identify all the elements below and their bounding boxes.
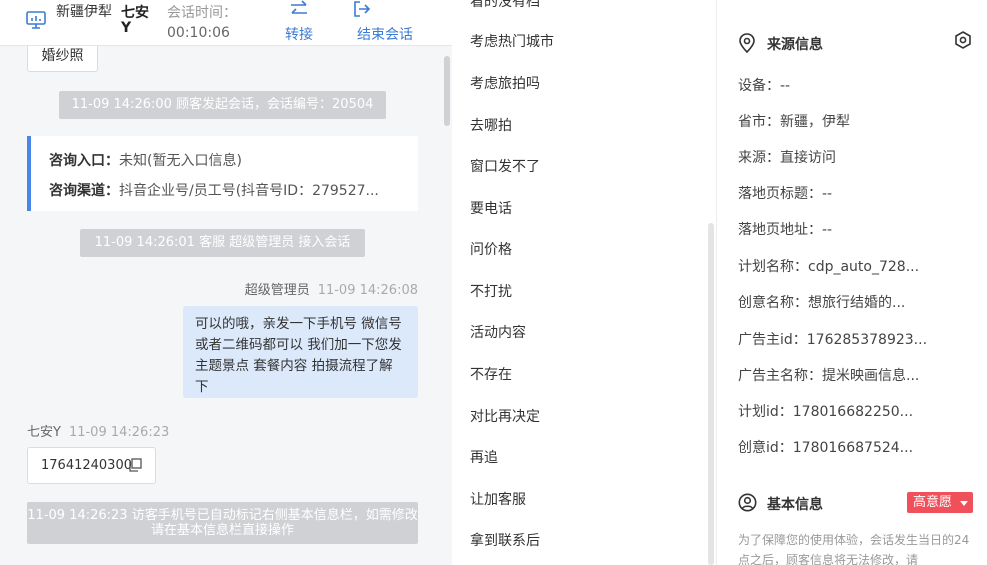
session-time-label: 会话时间：: [167, 5, 237, 21]
visitor-message-text: 17641240300: [41, 458, 132, 473]
source-origin: 来源：直接访问: [738, 150, 836, 166]
view-settings-icon[interactable]: [953, 30, 973, 50]
chat-header: 新疆伊犁 七安Y 会话时间： 00:10:06 转接 结束会话: [0, 0, 452, 46]
quick-reply-item[interactable]: 让加客服: [470, 489, 526, 509]
user-circle-icon: [738, 493, 757, 512]
consult-entry-value: 未知(暂无入口信息): [119, 153, 242, 169]
quick-reply-item[interactable]: 不打扰: [470, 281, 512, 301]
consult-entry-row: 咨询入口：未知(暂无入口信息): [49, 150, 242, 170]
source-plan-name: 计划名称：cdp_auto_728...: [738, 259, 920, 275]
quick-reply-item[interactable]: 再追: [470, 447, 498, 467]
source-info-header: 来源信息: [738, 33, 888, 53]
system-message-agent-join: 11-09 14:26:01 客服 超级管理员 接入会话: [80, 229, 365, 257]
quick-reply-scrollbar[interactable]: [708, 223, 714, 565]
source-creative-name: 创意名称：想旅行结婚的...: [738, 295, 906, 311]
quick-reply-item[interactable]: 要电话: [470, 198, 512, 218]
agent-message-bubble: 可以的哦，亲发一下手机号 微信号或者二维码都可以 我们加一下您发主题景点 套餐内…: [183, 306, 418, 398]
quick-reply-item[interactable]: 不存在: [470, 364, 512, 384]
source-device: 设备：--: [738, 78, 791, 94]
quick-reply-panel: 看的没有档 考虑热门城市 考虑旅拍吗 去哪拍 窗口发不了 要电话 问价格 不打扰…: [452, 0, 716, 565]
quick-reply-item[interactable]: 拿到联系后: [470, 530, 540, 550]
quick-reply-item[interactable]: 看的没有档: [470, 0, 540, 11]
copy-icon[interactable]: [128, 458, 142, 472]
quick-reply-item[interactable]: 对比再决定: [470, 406, 540, 426]
system-message-session-start: 11-09 14:26:00 顾客发起会话，会话编号：20504: [59, 91, 386, 119]
chat-scrollbar[interactable]: [444, 56, 450, 126]
agent-message-meta: 超级管理员 11-09 14:26:08: [245, 279, 418, 298]
consult-info-card: 咨询入口：未知(暂无入口信息) 咨询渠道：抖音企业号/员工号(抖音号ID：279…: [27, 136, 418, 211]
monitor-icon: [26, 11, 46, 29]
transfer-label: 转接: [285, 27, 313, 43]
consult-channel-value: 抖音企业号/员工号(抖音号ID：279527...: [119, 183, 379, 199]
chat-panel: 婚纱照 11-09 14:26:00 顾客发起会话，会话编号：20504 咨询入…: [0, 0, 452, 565]
basic-info-header: 基本信息: [738, 493, 888, 513]
consult-channel-row: 咨询渠道：抖音企业号/员工号(抖音号ID：279527...: [49, 180, 379, 200]
end-session-label: 结束会话: [357, 27, 413, 43]
visitor-message-bubble: 17641240300: [27, 447, 156, 484]
exit-icon: [354, 1, 371, 17]
source-province-city: 省市：新疆，伊犁: [738, 114, 850, 130]
source-creative-id: 创意id：178016687524...: [738, 440, 914, 456]
intent-level-value: 高意愿: [913, 495, 953, 510]
quick-reply-item[interactable]: 考虑热门城市: [470, 31, 554, 51]
source-landing-title: 落地页标题：--: [738, 186, 833, 202]
visitor-name-header: 七安Y: [121, 5, 149, 36]
info-panel: 来源信息 设备：-- 省市：新疆，伊犁 来源：直接访问 落地页标题：-- 落地页…: [717, 0, 987, 565]
visitor-message-meta: 七安Y 11-09 14:26:23: [27, 421, 169, 440]
source-advertiser-name: 广告主名称：提米映画信息...: [738, 368, 920, 384]
source-landing-url: 落地页地址：--: [738, 222, 833, 238]
quick-reply-item[interactable]: 活动内容: [470, 322, 526, 342]
edit-limit-note: 为了保障您的使用体验，会话发生当日的24点之后，顾客信息将无法修改，请: [738, 533, 970, 565]
visitor-message-time: 11-09 14:26:23: [68, 425, 170, 440]
quick-reply-item[interactable]: 考虑旅拍吗: [470, 73, 540, 93]
caret-down-icon: [960, 501, 968, 506]
consult-entry-label: 咨询入口：: [49, 153, 119, 169]
quick-reply-item[interactable]: 去哪拍: [470, 115, 512, 135]
source-info-title: 来源信息: [767, 37, 823, 53]
transfer-button[interactable]: 转接: [283, 0, 315, 46]
source-advertiser-id: 广告主id：176285378923...: [738, 332, 928, 348]
visitor-name: 七安Y: [27, 425, 61, 440]
location-pin-icon: [739, 33, 755, 53]
session-time-value: 00:10:06: [167, 25, 230, 41]
consult-channel-label: 咨询渠道：: [49, 183, 119, 199]
agent-name: 超级管理员: [244, 283, 310, 298]
intent-level-dropdown[interactable]: 高意愿: [907, 492, 973, 513]
quick-reply-item[interactable]: 问价格: [470, 239, 512, 259]
end-session-button[interactable]: 结束会话: [353, 0, 417, 46]
source-plan-id: 计划id：178016682250...: [738, 404, 914, 420]
agent-message-time: 11-09 14:26:08: [317, 283, 418, 298]
transfer-icon: [291, 0, 307, 14]
basic-info-title: 基本信息: [767, 497, 823, 513]
system-message-phone-marked: 11-09 14:26:23 访客手机号已自动标记右侧基本信息栏，如需修改请在基…: [27, 502, 418, 544]
visitor-location: 新疆伊犁: [56, 4, 112, 20]
quick-reply-item[interactable]: 窗口发不了: [470, 156, 540, 176]
